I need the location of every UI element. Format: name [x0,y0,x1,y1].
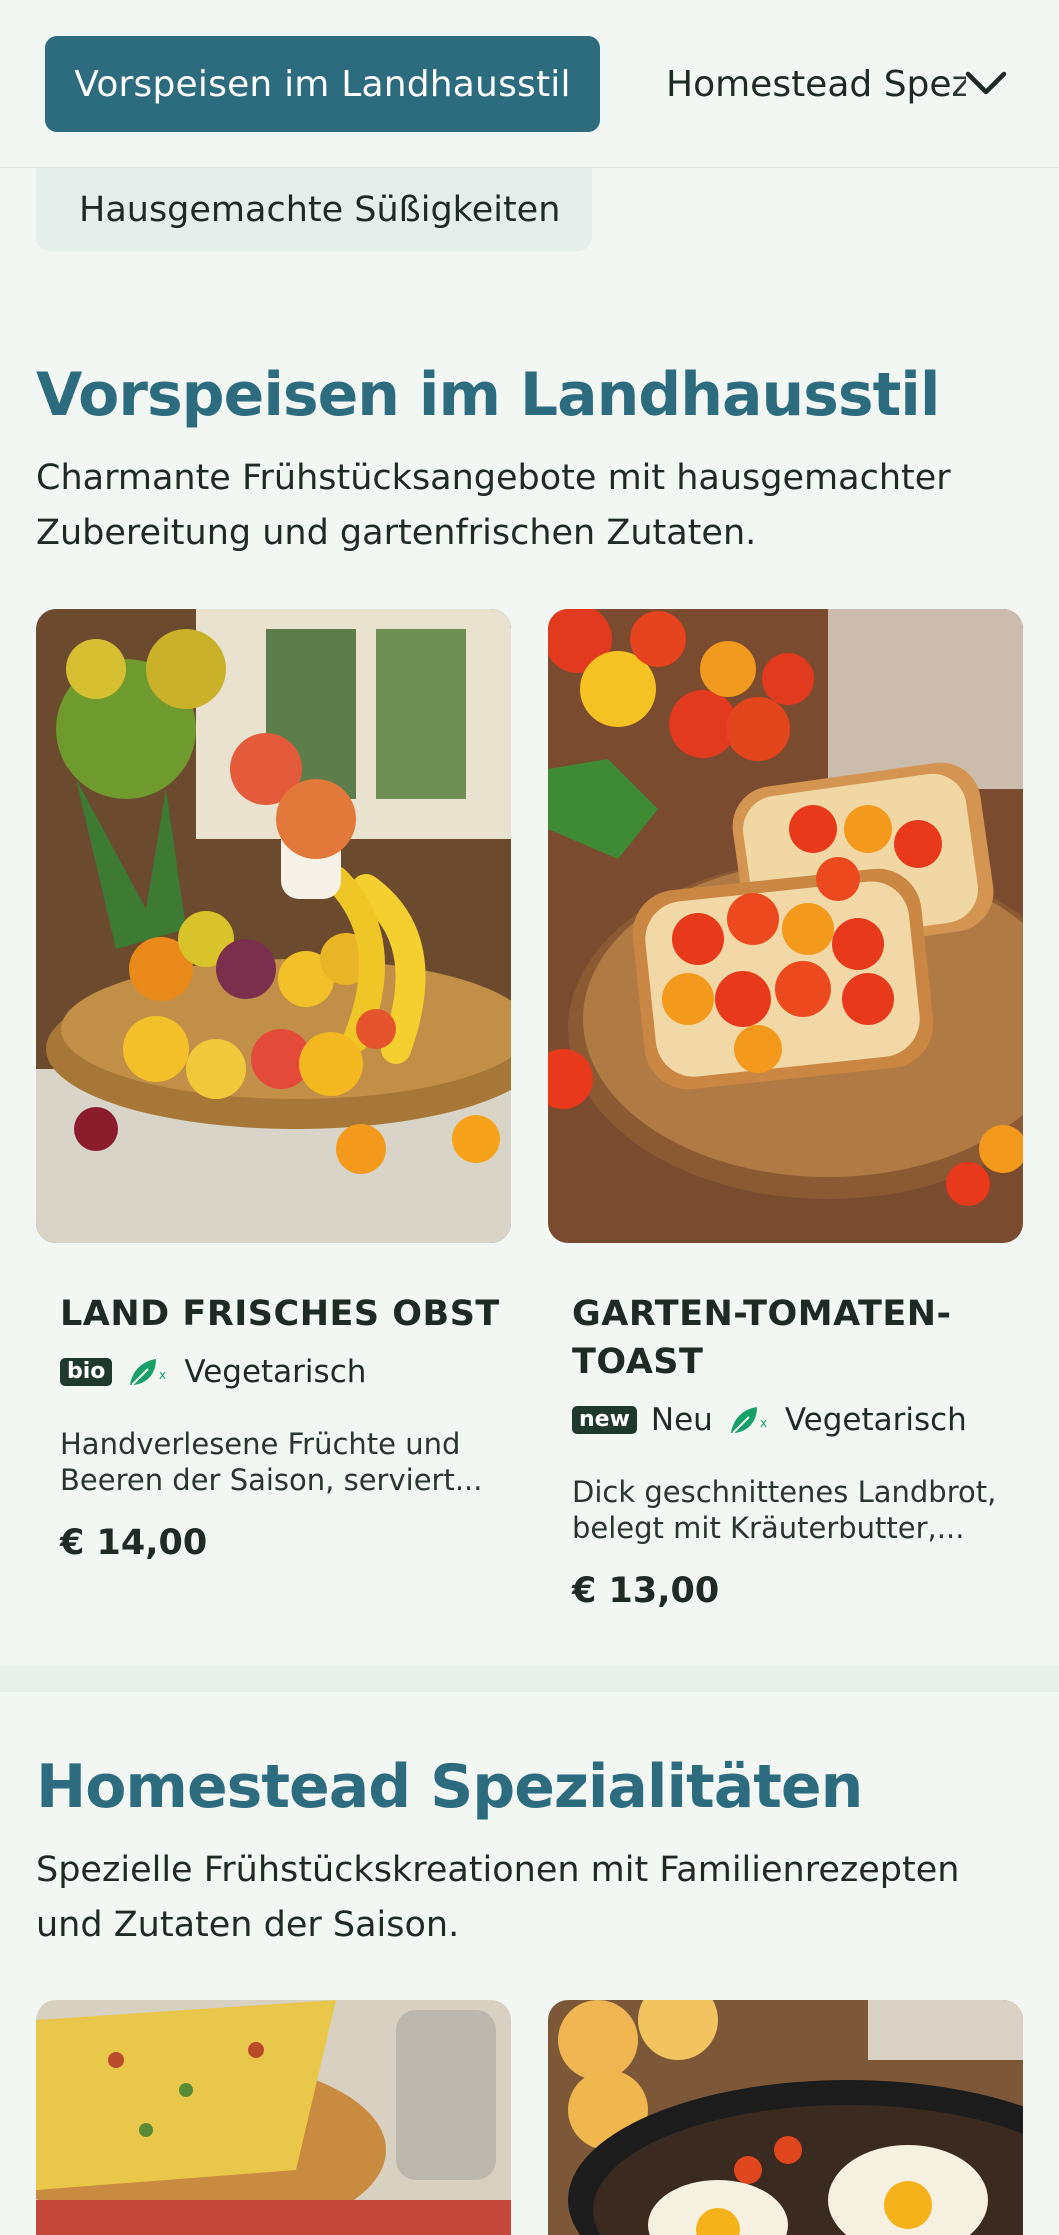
new-badge: new [572,1406,637,1434]
section-divider [0,1666,1059,1692]
new-label: Neu [650,1402,713,1438]
item-title[interactable]: LAND FRISCHES OBST [60,1290,500,1338]
category-tab-active[interactable]: Vorspeisen im Landhausstil [45,36,600,132]
leaf-icon: x [727,1403,771,1437]
item-tags: new Neu x Vegetarisch [572,1402,967,1438]
section-description: Charmante Frühstücksangebote mit hausgem… [36,458,951,553]
fruit-basket-image[interactable] [36,609,511,1243]
section-title: Vorspeisen im Landhausstil [36,360,940,430]
item-description: Handverlesene Früchte und Beeren der Sai… [60,1427,483,1497]
skillet-eggs-image[interactable] [548,2000,1023,2235]
category-tab-next[interactable]: Homestead Spezialitäten [666,36,966,132]
svg-text:x: x [760,1416,767,1430]
tomato-toast-image[interactable] [548,609,1023,1243]
category-dropdown-item[interactable]: Hausgemachte Süßigkeiten [36,168,592,251]
category-nav: Vorspeisen im Landhausstil Homestead Spe… [0,0,1059,168]
section-title: Homestead Spezialitäten [36,1752,863,1822]
chevron-down-icon[interactable] [960,58,1012,110]
section-description: Spezielle Frühstückskreationen mit Famil… [36,1850,960,1945]
diet-label: Vegetarisch [184,1354,367,1390]
item-price: € 14,00 [60,1523,208,1563]
svg-text:x: x [159,1368,166,1382]
leaf-icon: x [126,1355,170,1389]
item-price: € 13,00 [572,1571,720,1611]
diet-label: Vegetarisch [784,1402,967,1438]
quiche-image[interactable] [36,2000,511,2235]
item-description: Dick geschnittenes Landbrot, belegt mit … [572,1475,997,1545]
item-title[interactable]: GARTEN-TOMATEN-TOAST [572,1290,992,1386]
item-tags: bio x Vegetarisch [60,1354,366,1390]
bio-badge: bio [60,1358,113,1386]
